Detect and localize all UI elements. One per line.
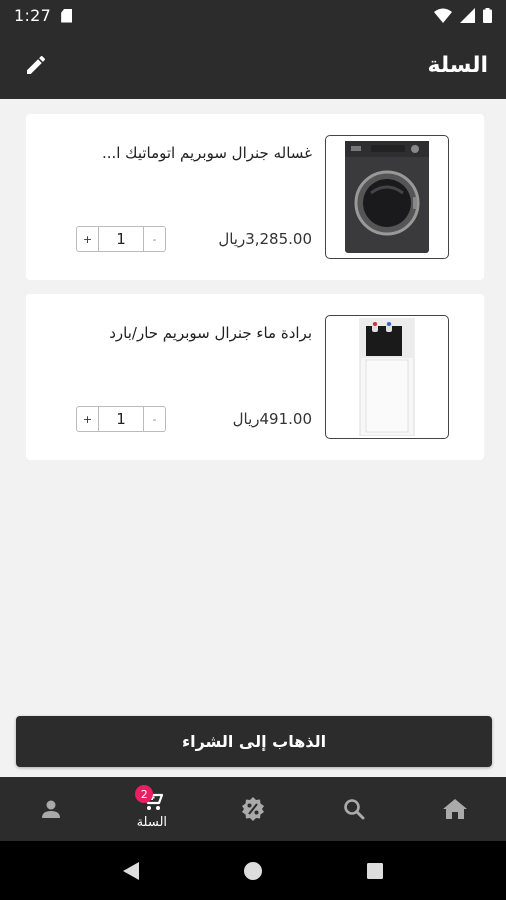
- quantity-stepper: + 1 -: [76, 406, 166, 432]
- product-name[interactable]: برادة ماء جنرال سوبريم حار/بارد: [72, 324, 312, 342]
- product-image-washing-machine[interactable]: [325, 135, 449, 259]
- nav-item-offers[interactable]: [202, 777, 303, 841]
- quantity-stepper: + 1 -: [76, 226, 166, 252]
- increase-quantity-button[interactable]: +: [77, 407, 99, 431]
- washing-machine-icon: [345, 141, 429, 253]
- product-image-water-dispenser[interactable]: [325, 315, 449, 439]
- cart-list: غساله جنرال سوبريم اتوماتيك ا... 3,285.0…: [26, 114, 484, 474]
- checkout-button[interactable]: الذهاب إلى الشراء: [16, 716, 492, 767]
- home-icon: [443, 799, 468, 819]
- decrease-quantity-button[interactable]: -: [143, 407, 165, 431]
- nav-item-home[interactable]: [405, 777, 506, 841]
- cart-item[interactable]: برادة ماء جنرال سوبريم حار/بارد 491.00ري…: [26, 294, 484, 460]
- recents-square-icon: [367, 862, 384, 879]
- sd-card-icon: [61, 8, 73, 23]
- status-time: 1:27: [14, 6, 52, 25]
- app-bar: السلة: [0, 31, 506, 99]
- increase-quantity-button[interactable]: +: [77, 227, 99, 251]
- product-name[interactable]: غساله جنرال سوبريم اتوماتيك ا...: [72, 144, 312, 162]
- system-home-button[interactable]: [243, 861, 263, 881]
- product-price: 491.00ريال: [232, 410, 312, 428]
- cart-item[interactable]: غساله جنرال سوبريم اتوماتيك ا... 3,285.0…: [26, 114, 484, 280]
- person-icon: [41, 800, 60, 818]
- quantity-value: 1: [116, 230, 126, 248]
- nav-item-cart[interactable]: 2 السلة: [101, 777, 202, 841]
- system-back-button[interactable]: [122, 861, 140, 881]
- back-triangle-icon: [122, 861, 139, 880]
- product-price: 3,285.00ريال: [218, 230, 312, 248]
- search-icon: [344, 799, 365, 820]
- signal-icon: [460, 8, 475, 23]
- battery-icon: [483, 8, 492, 23]
- decrease-quantity-button[interactable]: -: [143, 227, 165, 251]
- discount-icon: [242, 797, 264, 821]
- nav-label-cart: السلة: [136, 814, 168, 830]
- nav-item-account[interactable]: [0, 777, 101, 841]
- quantity-value: 1: [116, 410, 126, 428]
- status-icons: [434, 8, 492, 23]
- pencil-icon: [27, 55, 46, 74]
- status-bar: 1:27: [0, 0, 506, 31]
- nav-item-search[interactable]: [304, 777, 405, 841]
- system-navigation-bar: [0, 841, 506, 900]
- page-title: السلة: [427, 52, 488, 78]
- system-recents-button[interactable]: [366, 862, 384, 880]
- home-circle-icon: [243, 861, 262, 880]
- edit-button[interactable]: [22, 51, 50, 79]
- bottom-nav: 2 السلة: [0, 777, 506, 841]
- wifi-icon: [434, 8, 452, 23]
- water-dispenser-icon: [359, 318, 415, 436]
